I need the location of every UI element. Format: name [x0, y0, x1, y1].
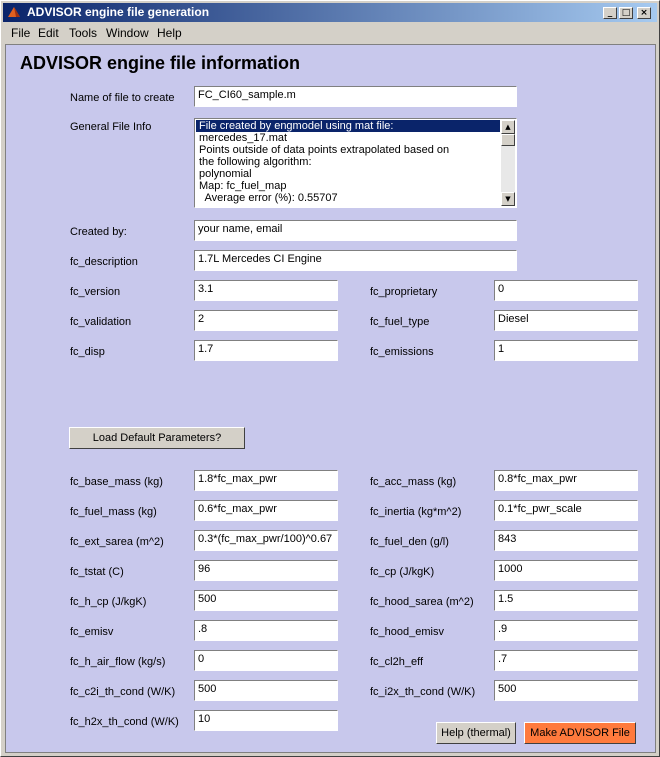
fc-cp-field[interactable]: 1000 [494, 560, 638, 581]
fc-tstat-label: fc_tstat (C) [70, 566, 124, 578]
general-info-label: General File Info [70, 121, 152, 133]
filename-field[interactable]: FC_CI60_sample.m [194, 86, 517, 107]
help-thermal-button[interactable]: Help (thermal) [436, 722, 516, 744]
maximize-button[interactable]: □ [619, 7, 633, 19]
list-item[interactable]: the following algorithm: [196, 156, 500, 168]
fc-emissions-label: fc_emissions [370, 346, 434, 358]
fc-h2x-th-cond-label: fc_h2x_th_cond (W/K) [70, 716, 179, 728]
load-default-parameters-button[interactable]: Load Default Parameters? [69, 427, 245, 449]
list-item[interactable]: Map: fc_fuel_map [196, 180, 500, 192]
fc-cl2h-eff-label: fc_cl2h_eff [370, 656, 424, 668]
fc-fuel-mass-label: fc_fuel_mass (kg) [70, 506, 157, 518]
fc-fuel-den-label: fc_fuel_den (g/l) [370, 536, 449, 548]
description-label: fc_description [70, 256, 138, 268]
menu-tools[interactable]: Tools [69, 26, 97, 40]
fc-disp-field[interactable]: 1.7 [194, 340, 338, 361]
fc-i2x-th-cond-label: fc_i2x_th_cond (W/K) [370, 686, 476, 698]
page-title: ADVISOR engine file information [20, 53, 301, 73]
scroll-thumb[interactable] [501, 134, 515, 146]
list-item[interactable]: Average error (%): 0.55707 [196, 192, 500, 204]
list-item[interactable]: File created by engmodel using mat file: [196, 120, 500, 132]
menu-bar: File Edit Tools Window Help [3, 23, 657, 43]
fc-version-label: fc_version [70, 286, 121, 298]
fc-acc-mass-label: fc_acc_mass (kg) [370, 476, 457, 488]
fc-cp-label: fc_cp (J/kgK) [370, 566, 435, 578]
general-info-listbox[interactable]: File created by engmodel using mat file:… [194, 118, 517, 208]
listbox-scrollbar[interactable]: ▲ ▼ [501, 120, 515, 206]
fc-validation-label: fc_validation [70, 316, 132, 328]
fc-validation-field[interactable]: 2 [194, 310, 338, 331]
minimize-button[interactable]: _ [603, 7, 617, 19]
window-title: ADVISOR engine file generation [27, 5, 210, 19]
make-advisor-file-button[interactable]: Make ADVISOR File [524, 722, 636, 744]
fc-c2i-th-cond-label: fc_c2i_th_cond (W/K) [70, 686, 176, 698]
fc-hood-emisv-field[interactable]: .9 [494, 620, 638, 641]
fc-fuel-type-field[interactable]: Diesel [494, 310, 638, 331]
fc-version-field[interactable]: 3.1 [194, 280, 338, 301]
fc-c2i-th-cond-field[interactable]: 500 [194, 680, 338, 701]
fc-disp-label: fc_disp [70, 346, 105, 358]
menu-edit[interactable]: Edit [38, 26, 59, 40]
fc-base-mass-field[interactable]: 1.8*fc_max_pwr [194, 470, 338, 491]
fc-ext-sarea-field[interactable]: 0.3*(fc_max_pwr/100)^0.67 [194, 530, 338, 551]
fc-ext-sarea-label: fc_ext_sarea (m^2) [70, 536, 164, 548]
fc-inertia-field[interactable]: 0.1*fc_pwr_scale [494, 500, 638, 521]
list-item[interactable]: mercedes_17.mat [196, 132, 500, 144]
fc-fuel-type-label: fc_fuel_type [370, 316, 430, 328]
fc-hood-emisv-label: fc_hood_emisv [370, 626, 444, 638]
fc-emisv-field[interactable]: .8 [194, 620, 338, 641]
fc-fuel-den-field[interactable]: 843 [494, 530, 638, 551]
fc-emisv-label: fc_emisv [70, 626, 114, 638]
fc-h-cp-field[interactable]: 500 [194, 590, 338, 611]
scroll-down-arrow-icon[interactable]: ▼ [501, 192, 515, 206]
fc-cl2h-eff-field[interactable]: .7 [494, 650, 638, 671]
fc-fuel-mass-field[interactable]: 0.6*fc_max_pwr [194, 500, 338, 521]
fc-hood-sarea-label: fc_hood_sarea (m^2) [370, 596, 474, 608]
filename-label: Name of file to create [70, 92, 175, 104]
menu-file[interactable]: File [11, 26, 30, 40]
menu-help[interactable]: Help [157, 26, 182, 40]
app-window: ADVISOR engine file generation _ □ × Fil… [0, 0, 660, 757]
fc-tstat-field[interactable]: 96 [194, 560, 338, 581]
form-panel: ADVISOR engine file information Name of … [5, 44, 656, 753]
created-by-label: Created by: [70, 226, 127, 238]
fc-hood-sarea-field[interactable]: 1.5 [494, 590, 638, 611]
description-field[interactable]: 1.7L Mercedes CI Engine [194, 250, 517, 271]
menu-window[interactable]: Window [106, 26, 149, 40]
created-by-field[interactable]: your name, email [194, 220, 517, 241]
fc-acc-mass-field[interactable]: 0.8*fc_max_pwr [494, 470, 638, 491]
fc-h2x-th-cond-field[interactable]: 10 [194, 710, 338, 731]
scroll-up-arrow-icon[interactable]: ▲ [501, 120, 515, 134]
close-button[interactable]: × [637, 7, 651, 19]
list-item[interactable]: polynomial [196, 168, 500, 180]
fc-h-air-flow-label: fc_h_air_flow (kg/s) [70, 656, 166, 668]
fc-proprietary-field[interactable]: 0 [494, 280, 638, 301]
title-bar: ADVISOR engine file generation _ □ × [3, 3, 657, 22]
fc-inertia-label: fc_inertia (kg*m^2) [370, 506, 462, 518]
fc-proprietary-label: fc_proprietary [370, 286, 438, 298]
fc-h-cp-label: fc_h_cp (J/kgK) [70, 596, 147, 608]
fc-i2x-th-cond-field[interactable]: 500 [494, 680, 638, 701]
fc-base-mass-label: fc_base_mass (kg) [70, 476, 163, 488]
list-item[interactable]: Points outside of data points extrapolat… [196, 144, 500, 156]
fc-h-air-flow-field[interactable]: 0 [194, 650, 338, 671]
fc-emissions-field[interactable]: 1 [494, 340, 638, 361]
matlab-logo-icon [8, 7, 20, 17]
